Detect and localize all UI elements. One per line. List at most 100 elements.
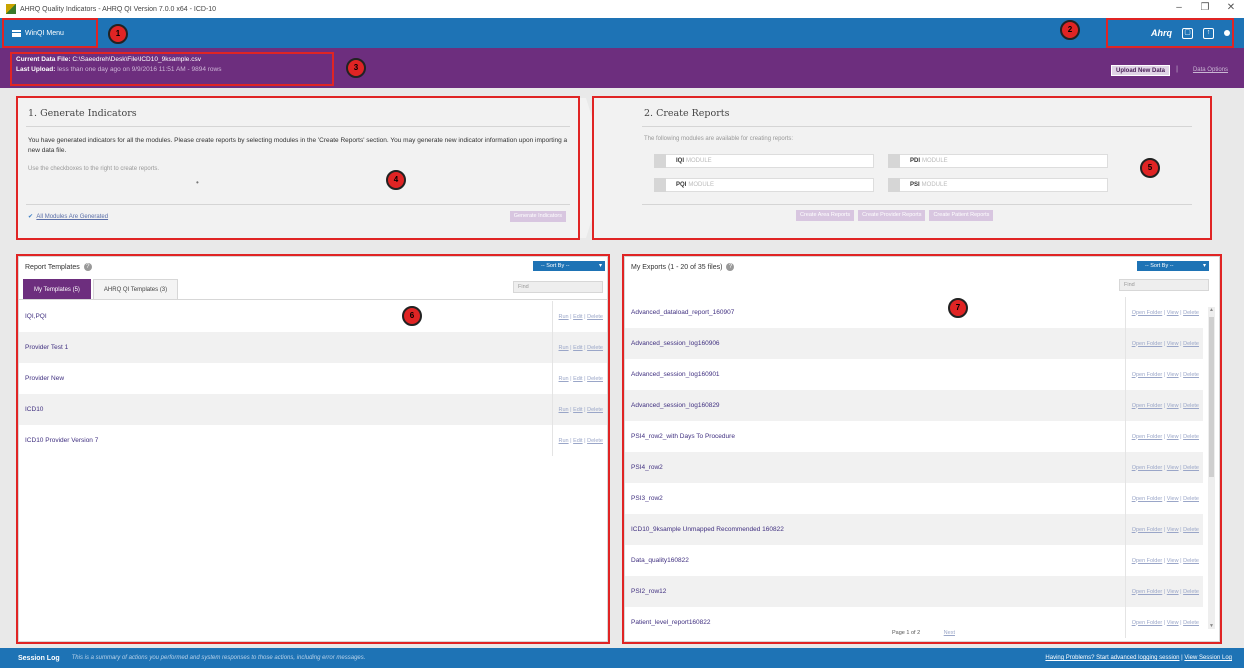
open-folder-link[interactable]: Open Folder bbox=[1132, 434, 1163, 440]
open-folder-link[interactable]: Open Folder bbox=[1132, 310, 1163, 316]
next-page-link[interactable]: Next bbox=[944, 630, 955, 636]
delete-link[interactable]: Delete bbox=[1183, 558, 1199, 564]
open-folder-link[interactable]: Open Folder bbox=[1132, 341, 1163, 347]
export-row[interactable]: PSI4_row2_with Days To Procedure Open Fol… bbox=[625, 421, 1203, 452]
module-pqi[interactable]: PQI MODULE bbox=[654, 178, 874, 192]
generate-indicators-button[interactable]: Generate Indicators bbox=[509, 211, 566, 222]
export-row[interactable]: ICD10_9ksample Unmapped Recommended 1608… bbox=[625, 514, 1203, 545]
exports-find-input[interactable]: Find bbox=[1119, 279, 1209, 291]
minimize-button[interactable]: – bbox=[1166, 0, 1192, 18]
run-link[interactable]: Run bbox=[559, 407, 569, 413]
help-icon[interactable]: ? bbox=[83, 263, 92, 271]
template-row[interactable]: ICD10 Run | Edit | Delete bbox=[19, 394, 607, 425]
close-button[interactable]: ✕ bbox=[1218, 0, 1244, 18]
open-folder-link[interactable]: Open Folder bbox=[1132, 496, 1163, 502]
status-dot-icon[interactable] bbox=[1224, 30, 1230, 36]
window-icon[interactable]: ▢ bbox=[1182, 27, 1193, 39]
module-checkbox[interactable] bbox=[888, 178, 900, 192]
open-folder-link[interactable]: Open Folder bbox=[1132, 465, 1163, 471]
export-icon[interactable]: ↑ bbox=[1203, 27, 1214, 39]
tab-my-templates[interactable]: My Templates (5) bbox=[23, 279, 91, 299]
maximize-button[interactable]: ❐ bbox=[1192, 0, 1218, 18]
view-link[interactable]: View bbox=[1167, 341, 1179, 347]
export-row[interactable]: Advanced_session_log160829 Open Folder | … bbox=[625, 390, 1203, 421]
delete-link[interactable]: Delete bbox=[1183, 403, 1199, 409]
open-folder-link[interactable]: Open Folder bbox=[1132, 589, 1163, 595]
templates-find-input[interactable]: Find bbox=[513, 281, 603, 293]
exports-sort-dropdown[interactable]: -- Sort By -- bbox=[1137, 261, 1209, 271]
module-psi[interactable]: PSI MODULE bbox=[888, 178, 1108, 192]
view-link[interactable]: View bbox=[1167, 465, 1179, 471]
delete-link[interactable]: Delete bbox=[1183, 527, 1199, 533]
help-icon[interactable]: ? bbox=[726, 263, 735, 271]
create-patient-reports-button[interactable]: Create Patient Reports bbox=[929, 210, 994, 221]
view-link[interactable]: View bbox=[1167, 372, 1179, 378]
open-folder-link[interactable]: Open Folder bbox=[1132, 620, 1163, 626]
view-link[interactable]: View bbox=[1167, 403, 1179, 409]
export-row[interactable]: PSI4_row2 Open Folder | View | Delete bbox=[625, 452, 1203, 483]
template-row[interactable]: Provider Test 1 Run | Edit | Delete bbox=[19, 332, 607, 363]
view-link[interactable]: View bbox=[1167, 310, 1179, 316]
export-row[interactable]: Advanced_dataload_report_160907 Open Fold… bbox=[625, 297, 1203, 328]
delete-link[interactable]: Delete bbox=[587, 345, 603, 351]
run-link[interactable]: Run bbox=[559, 376, 569, 382]
template-row[interactable]: ICD10 Provider Version 7 Run | Edit | Del… bbox=[19, 425, 607, 456]
export-row[interactable]: Advanced_session_log160906 Open Folder | … bbox=[625, 328, 1203, 359]
view-link[interactable]: View bbox=[1167, 527, 1179, 533]
module-checkbox[interactable] bbox=[654, 154, 666, 168]
open-folder-link[interactable]: Open Folder bbox=[1132, 527, 1163, 533]
edit-link[interactable]: Edit bbox=[573, 438, 582, 444]
create-provider-reports-button[interactable]: Create Provider Reports bbox=[858, 210, 926, 221]
open-folder-link[interactable]: Open Folder bbox=[1132, 372, 1163, 378]
export-row[interactable]: PSI2_row12 Open Folder | View | Delete bbox=[625, 576, 1203, 607]
create-area-reports-button[interactable]: Create Area Reports bbox=[796, 210, 855, 221]
view-link[interactable]: View bbox=[1167, 558, 1179, 564]
upload-new-data-button[interactable]: Upload New Data bbox=[1110, 65, 1170, 76]
exports-scrollbar[interactable]: ▲ ▼ bbox=[1208, 307, 1215, 629]
delete-link[interactable]: Delete bbox=[1183, 434, 1199, 440]
scroll-thumb[interactable] bbox=[1209, 317, 1214, 477]
advanced-logging-link[interactable]: Having Problems? Start advanced logging … bbox=[1045, 655, 1179, 661]
view-link[interactable]: View bbox=[1167, 496, 1179, 502]
module-checkbox[interactable] bbox=[654, 178, 666, 192]
module-checkbox[interactable] bbox=[888, 154, 900, 168]
module-pdi[interactable]: PDI MODULE bbox=[888, 154, 1108, 168]
module-iqi[interactable]: IQI MODULE bbox=[654, 154, 874, 168]
templates-sort-dropdown[interactable]: -- Sort By -- bbox=[533, 261, 605, 271]
data-options-link[interactable]: Data Options bbox=[1193, 67, 1228, 73]
open-folder-link[interactable]: Open Folder bbox=[1132, 558, 1163, 564]
run-link[interactable]: Run bbox=[559, 314, 569, 320]
delete-link[interactable]: Delete bbox=[1183, 465, 1199, 471]
delete-link[interactable]: Delete bbox=[1183, 620, 1199, 626]
view-link[interactable]: View bbox=[1167, 589, 1179, 595]
view-link[interactable]: View bbox=[1167, 620, 1179, 626]
run-link[interactable]: Run bbox=[559, 345, 569, 351]
winqi-menu-button[interactable]: WinQI Menu bbox=[6, 21, 70, 45]
scroll-up-icon[interactable]: ▲ bbox=[1208, 307, 1215, 313]
export-row[interactable]: PSI3_row2 Open Folder | View | Delete bbox=[625, 483, 1203, 514]
export-row[interactable]: Data_quality160822 Open Folder | View | D… bbox=[625, 545, 1203, 576]
edit-link[interactable]: Edit bbox=[573, 407, 582, 413]
delete-link[interactable]: Delete bbox=[587, 438, 603, 444]
delete-link[interactable]: Delete bbox=[1183, 341, 1199, 347]
delete-link[interactable]: Delete bbox=[1183, 310, 1199, 316]
view-session-log-link[interactable]: View Session Log bbox=[1184, 655, 1232, 661]
delete-link[interactable]: Delete bbox=[587, 376, 603, 382]
all-modules-generated-link[interactable]: All Modules Are Generated bbox=[36, 214, 108, 220]
delete-link[interactable]: Delete bbox=[587, 314, 603, 320]
view-link[interactable]: View bbox=[1167, 434, 1179, 440]
tab-ahrq-qi-templates[interactable]: AHRQ QI Templates (3) bbox=[92, 279, 179, 299]
delete-link[interactable]: Delete bbox=[587, 407, 603, 413]
delete-link[interactable]: Delete bbox=[1183, 589, 1199, 595]
export-row[interactable]: Advanced_session_log160901 Open Folder | … bbox=[625, 359, 1203, 390]
edit-link[interactable]: Edit bbox=[573, 314, 582, 320]
template-row[interactable]: Provider New Run | Edit | Delete bbox=[19, 363, 607, 394]
run-link[interactable]: Run bbox=[559, 438, 569, 444]
scroll-down-icon[interactable]: ▼ bbox=[1208, 623, 1215, 629]
edit-link[interactable]: Edit bbox=[573, 376, 582, 382]
delete-link[interactable]: Delete bbox=[1183, 372, 1199, 378]
template-row[interactable]: IQI,PQI Run | Edit | Delete bbox=[19, 301, 607, 332]
edit-link[interactable]: Edit bbox=[573, 345, 582, 351]
open-folder-link[interactable]: Open Folder bbox=[1132, 403, 1163, 409]
delete-link[interactable]: Delete bbox=[1183, 496, 1199, 502]
